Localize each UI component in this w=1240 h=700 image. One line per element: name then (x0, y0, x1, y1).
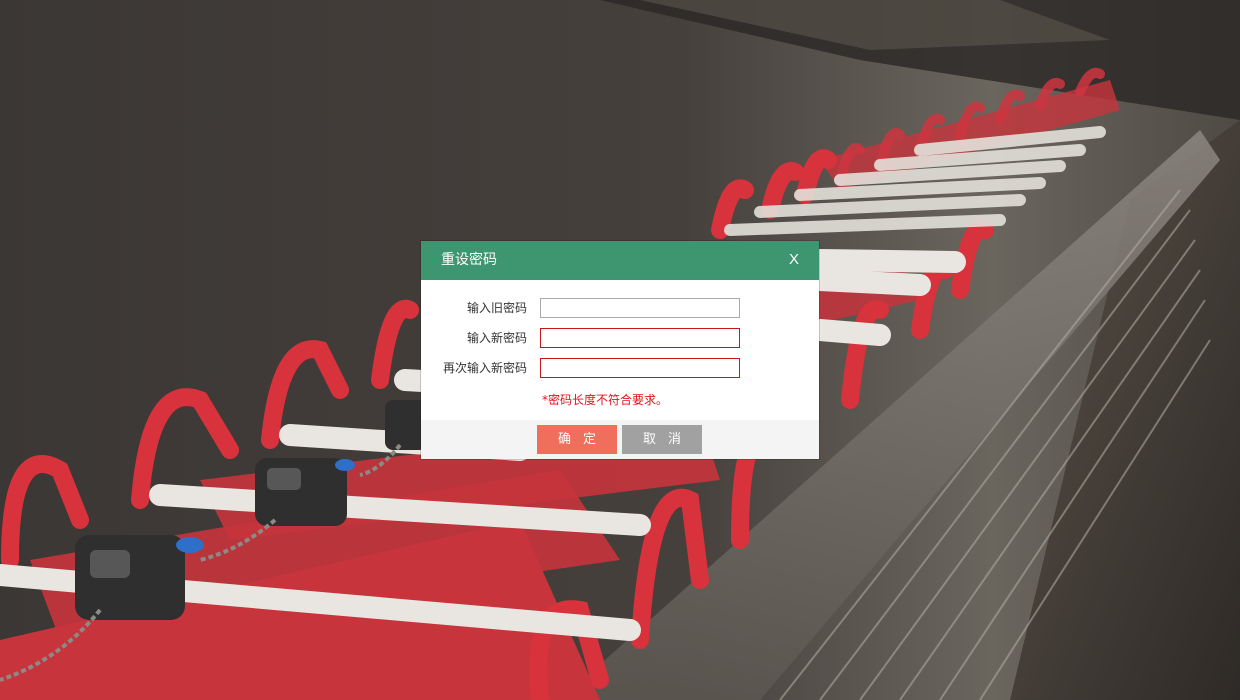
confirm-password-label: 再次输入新密码 (442, 361, 527, 375)
dialog-header: 重设密码 X (421, 241, 819, 280)
close-button[interactable]: X (789, 250, 799, 270)
dialog-title: 重设密码 (441, 252, 497, 268)
new-password-label: 输入新密码 (466, 331, 527, 345)
reset-password-dialog: 重设密码 X 输入旧密码 输入新密码 再次输入新密码 *密码长度不符合要求。 确… (421, 241, 819, 459)
confirm-password-input[interactable] (540, 358, 740, 378)
old-password-input[interactable] (540, 298, 740, 318)
old-password-row: 输入旧密码 (421, 298, 819, 318)
old-password-label: 输入旧密码 (466, 301, 527, 315)
confirm-button[interactable]: 确定 (537, 425, 617, 454)
dialog-body: 输入旧密码 输入新密码 再次输入新密码 *密码长度不符合要求。 (421, 280, 819, 420)
cancel-button[interactable]: 取消 (622, 425, 702, 454)
password-error-message: *密码长度不符合要求。 (542, 393, 669, 407)
confirm-password-row: 再次输入新密码 (421, 358, 819, 378)
dialog-footer: 确定 取消 (421, 420, 819, 459)
new-password-row: 输入新密码 (421, 328, 819, 348)
new-password-input[interactable] (540, 328, 740, 348)
